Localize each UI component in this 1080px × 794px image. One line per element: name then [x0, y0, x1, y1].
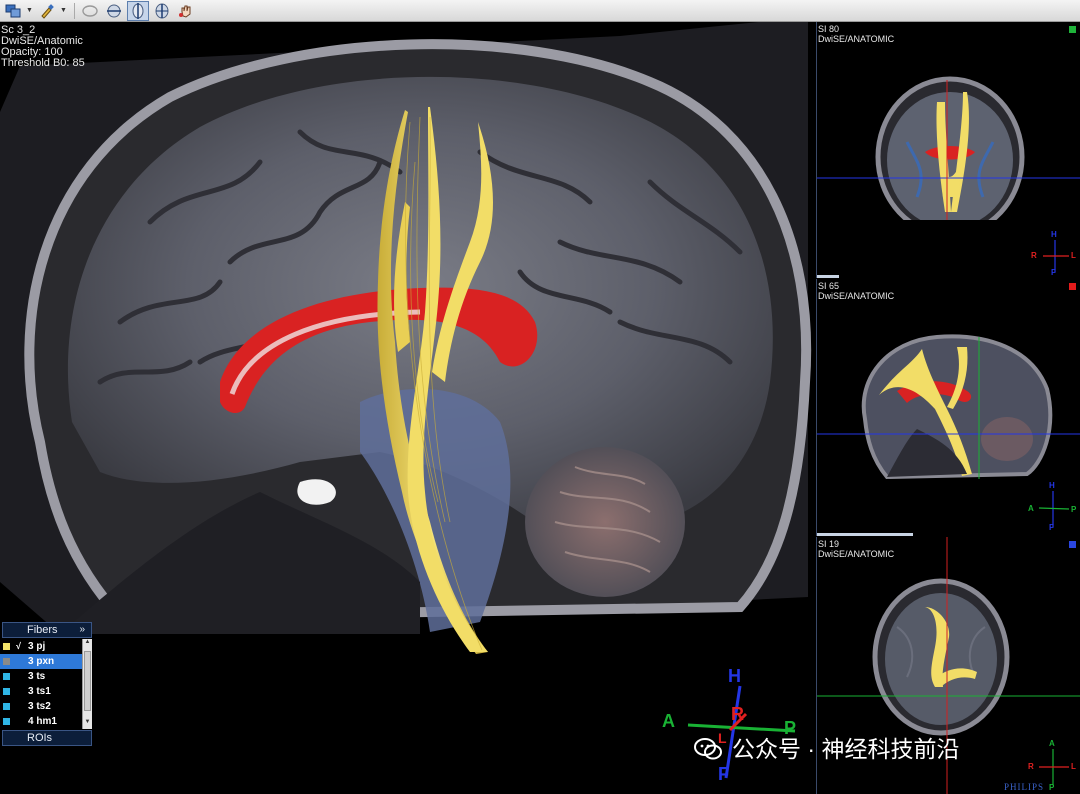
axial-orient-right: R: [1028, 762, 1034, 771]
sagittal-orient-anterior: A: [1028, 504, 1034, 513]
coronal-orient-left: L: [1071, 251, 1076, 260]
fiber-item-label: 4 hm1: [28, 716, 57, 727]
coronal-orient-head: H: [1051, 230, 1057, 239]
axial-orient-left: L: [1071, 762, 1076, 771]
coronal-view-info: SI 80 DwiSE/ANATOMIC: [818, 24, 894, 44]
sagittal-orient-posterior: P: [1071, 505, 1077, 514]
orient-label-anterior: A: [662, 711, 675, 731]
fiber-item-selected[interactable]: 3 pxn: [0, 654, 92, 669]
vendor-logo: PHILIPS: [1003, 782, 1044, 792]
fiber-item-label: 3 ts1: [28, 686, 51, 697]
fiber-item-label: 3 pxn: [28, 656, 55, 667]
fibers-panel-expand-icon[interactable]: »: [79, 623, 85, 637]
axial-orient-posterior: P: [1049, 783, 1055, 792]
sagittal-slice-label: SI 65: [818, 281, 840, 291]
main-view-info: Sc 3_2 DwiSE/Anatomic Opacity: 100 Thres…: [1, 25, 85, 69]
fiber-color-swatch: [3, 703, 10, 710]
scroll-up-arrow-icon[interactable]: ▲: [83, 639, 92, 649]
layout-icon[interactable]: [2, 1, 24, 21]
sagittal-thumb-info: SI 65 DwiSE/ANATOMIC: [818, 281, 894, 301]
fiber-item[interactable]: √ 3 pj: [0, 639, 92, 654]
scrollbar-thumb[interactable]: [84, 651, 91, 711]
axial-plane-icon[interactable]: [151, 1, 173, 21]
main-orientation-indicator: H F A P R L: [660, 666, 810, 788]
fiber-color-swatch: [3, 643, 10, 650]
layout-dropdown-chevron-icon[interactable]: ▼: [26, 1, 33, 21]
watermark-text: 公众号 · 神经科技前沿: [732, 736, 960, 762]
main-sagittal-viewport[interactable]: Sc 3_2 DwiSE/Anatomic Opacity: 100 Thres…: [0, 22, 814, 794]
paint-brush-icon[interactable]: [36, 1, 58, 21]
rois-panel-header[interactable]: ROIs: [2, 730, 92, 746]
fiber-color-swatch: [3, 658, 10, 665]
axial-orient-anterior: A: [1049, 739, 1055, 748]
fibers-list: √ 3 pj 3 pxn 3 ts 3 ts1 3 ts2 4 hm1: [0, 639, 92, 729]
fiber-item[interactable]: 3 ts1: [0, 684, 92, 699]
axial-viewport-marker: [1069, 541, 1076, 548]
sagittal-slice-scrollbar[interactable]: [817, 533, 913, 536]
orient-label-foot: F: [718, 764, 729, 784]
sagittal-orient-head: H: [1049, 481, 1055, 490]
roi-ellipse-icon[interactable]: [79, 1, 101, 21]
rois-panel-title: ROIs: [27, 732, 53, 744]
coronal-viewport[interactable]: SI 80 DwiSE/ANATOMIC H F R L: [816, 22, 1080, 278]
coronal-sequence-label: DwiSE/ANATOMIC: [818, 34, 895, 44]
scroll-down-arrow-icon[interactable]: ▼: [83, 719, 92, 729]
brush-dropdown-chevron-icon[interactable]: ▼: [60, 1, 67, 21]
fiber-item-label: 3 ts: [28, 671, 46, 682]
fibers-panel: Fibers » √ 3 pj 3 pxn 3 ts 3 ts1 3 ts2 4…: [0, 622, 92, 748]
watermark: 公众号 · 神经科技前沿: [694, 734, 959, 764]
sagittal-orientation-indicator: H F A P: [1027, 481, 1080, 533]
coronal-orient-foot: F: [1051, 268, 1056, 277]
orient-label-head: H: [728, 666, 741, 686]
sagittal-plane-icon[interactable]: [127, 0, 149, 21]
fiber-color-swatch: [3, 673, 10, 680]
fiber-item[interactable]: 3 ts2: [0, 699, 92, 714]
fiber-color-swatch: [3, 718, 10, 725]
fibers-panel-title: Fibers: [27, 624, 58, 636]
coronal-slice-label: SI 80: [818, 24, 840, 34]
fiber-color-swatch: [3, 688, 10, 695]
fiber-visible-checkmark[interactable]: √: [16, 639, 21, 654]
toolbar-divider: [74, 2, 75, 19]
coronal-slice-scrollbar[interactable]: [817, 275, 839, 278]
coronal-plane-icon[interactable]: [103, 1, 125, 21]
threshold-label: Threshold B0: 85: [1, 57, 85, 69]
fiber-item-label: 3 ts2: [28, 701, 51, 712]
hand-pointer-icon[interactable]: [175, 1, 197, 21]
fiber-item-label: 3 pj: [28, 641, 46, 652]
sagittal-orient-foot: F: [1049, 523, 1054, 532]
sagittal-thumb-viewport[interactable]: SI 65 DwiSE/ANATOMIC H F A P: [816, 279, 1080, 536]
wechat-icon: [694, 738, 722, 760]
toolbar: ▼ ▼: [0, 0, 1080, 22]
coronal-orientation-indicator: H F R L: [1027, 230, 1080, 278]
axial-view-info: SI 19 DwiSE/ANATOMIC: [818, 539, 894, 559]
coronal-viewport-marker: [1069, 26, 1076, 33]
axial-sequence-label: DwiSE/ANATOMIC: [818, 549, 895, 559]
fiber-item[interactable]: 4 hm1: [0, 714, 92, 729]
sagittal-viewport-marker: [1069, 283, 1076, 290]
fiber-item[interactable]: 3 ts: [0, 669, 92, 684]
sagittal-sequence-label: DwiSE/ANATOMIC: [818, 291, 895, 301]
fibers-list-scrollbar[interactable]: ▲ ▼: [82, 639, 92, 729]
coronal-orient-right: R: [1031, 251, 1037, 260]
fibers-panel-header[interactable]: Fibers »: [2, 622, 92, 638]
axial-slice-label: SI 19: [818, 539, 840, 549]
orient-label-right: R: [731, 704, 744, 724]
